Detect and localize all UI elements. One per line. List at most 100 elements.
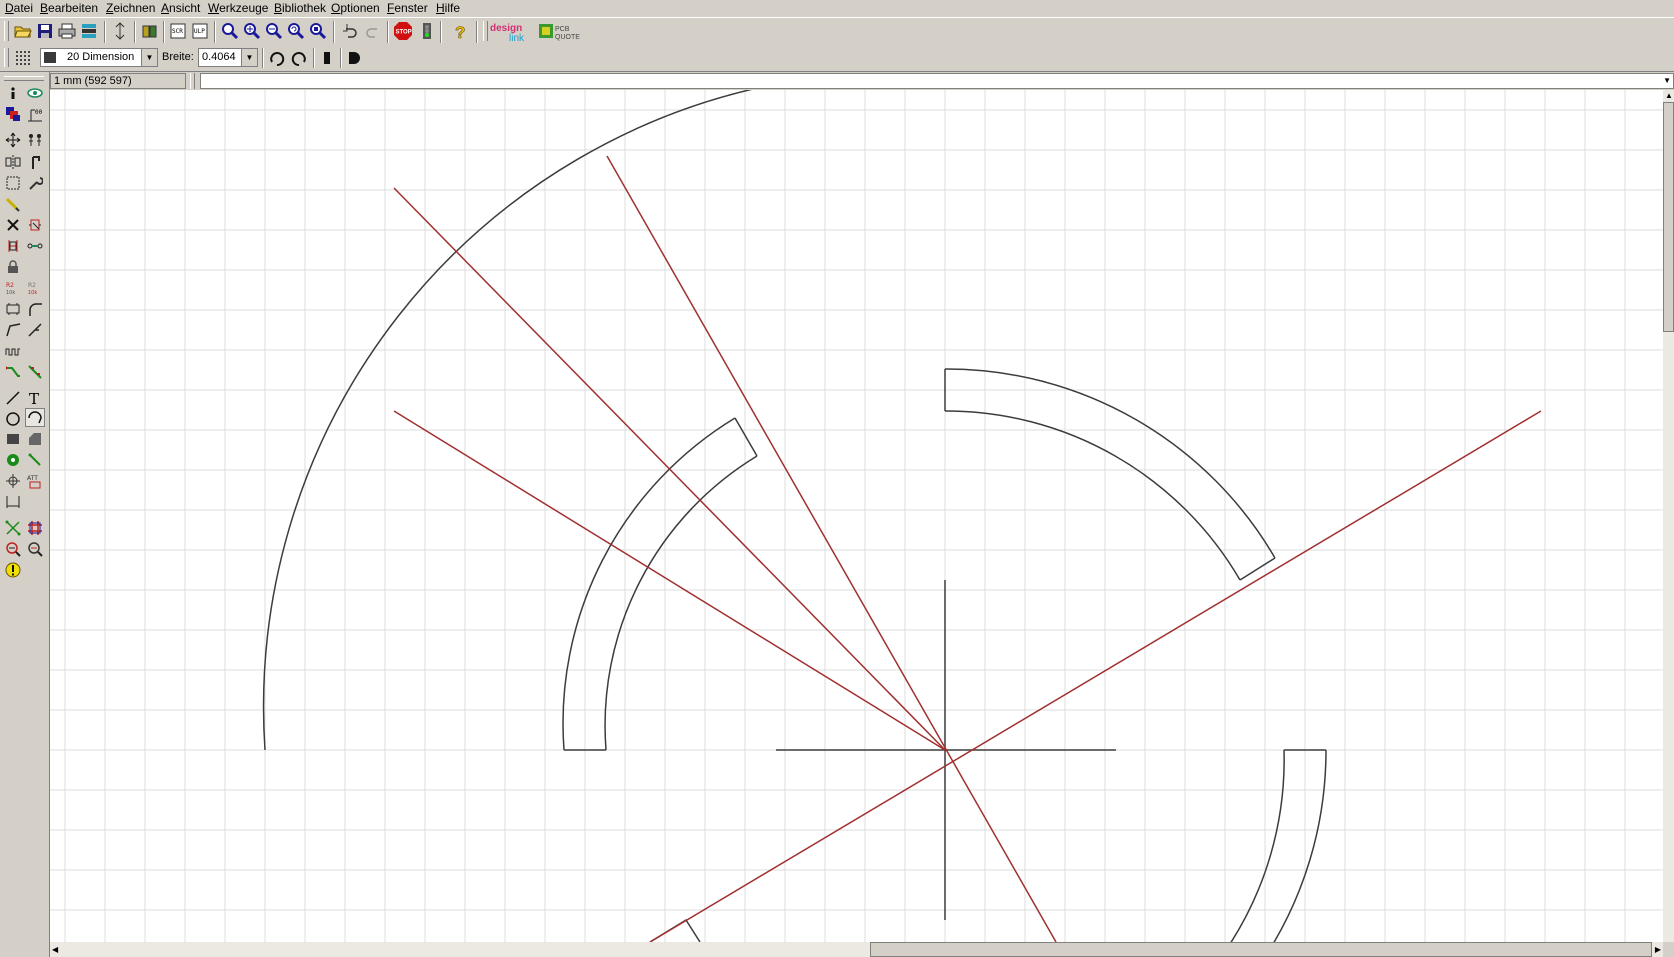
- layer-select[interactable]: 20 Dimension ▼: [40, 48, 158, 67]
- menu-zeichnen[interactable]: Zeichnen: [106, 1, 155, 15]
- menu-datei[interactable]: Datei: [5, 1, 33, 15]
- ratsnest-button[interactable]: [3, 518, 23, 537]
- bottom-ring-end[interactable]: [649, 918, 701, 942]
- zoom-fit-button[interactable]: [220, 21, 240, 41]
- meander-button[interactable]: [3, 341, 23, 360]
- construction-line-3[interactable]: [606, 155, 1057, 942]
- menu-bearbeiten[interactable]: Bearbeiten: [40, 1, 98, 15]
- cap-round-button[interactable]: [344, 48, 364, 68]
- polygon-button[interactable]: [25, 429, 45, 448]
- script-button[interactable]: SCR: [168, 21, 188, 41]
- menu-bibliothek[interactable]: Bibliothek: [274, 1, 326, 15]
- switch-board-button[interactable]: [110, 21, 130, 41]
- split-button[interactable]: [3, 320, 23, 339]
- autorouter-button[interactable]: [25, 518, 45, 537]
- replace-button[interactable]: [25, 236, 45, 255]
- command-line-input[interactable]: ▼: [200, 73, 1674, 89]
- paste-button[interactable]: [3, 194, 23, 213]
- name-button[interactable]: R2 10k: [3, 278, 23, 297]
- go-button[interactable]: [417, 21, 437, 41]
- show-button[interactable]: [25, 83, 45, 102]
- toolbar-grip[interactable]: [190, 73, 195, 89]
- redraw-button[interactable]: [286, 21, 306, 41]
- mark-button[interactable]: 00: [25, 104, 45, 123]
- circle-button[interactable]: [3, 409, 23, 428]
- menu-optionen[interactable]: Optionen: [331, 1, 380, 15]
- ulp-button[interactable]: ULP: [190, 21, 210, 41]
- upper-ring-end-2[interactable]: [1239, 557, 1276, 581]
- horizontal-scroll-thumb[interactable]: [870, 942, 1652, 957]
- toolbar-grip[interactable]: [4, 48, 9, 67]
- drawing-canvas[interactable]: [50, 90, 1663, 942]
- drc-button[interactable]: [25, 539, 45, 558]
- width-select[interactable]: 0.4064 ▼: [198, 48, 258, 67]
- rotate-button[interactable]: [25, 152, 45, 171]
- arc-direction-cw-button[interactable]: [267, 48, 287, 68]
- lower-ring-arc-inner[interactable]: [1226, 749, 1285, 942]
- save-button[interactable]: [35, 21, 55, 41]
- cam-processor-button[interactable]: [79, 21, 99, 41]
- open-button[interactable]: [13, 21, 33, 41]
- arc-button[interactable]: [25, 408, 45, 427]
- info-button[interactable]: [3, 83, 23, 102]
- toolbar-grip[interactable]: [4, 76, 44, 81]
- vertical-scrollbar[interactable]: ▲: [1663, 90, 1674, 942]
- ripup-button[interactable]: [25, 362, 45, 381]
- optimize-button[interactable]: [25, 320, 45, 339]
- left-ring-end-2[interactable]: [734, 417, 758, 457]
- design-link-button[interactable]: design link: [489, 21, 531, 44]
- miter-button[interactable]: [25, 299, 45, 318]
- display-button[interactable]: [3, 104, 23, 123]
- left-ring-arc-outer[interactable]: [562, 417, 736, 751]
- text-button[interactable]: T: [25, 388, 45, 407]
- outer-arc[interactable]: [262, 90, 787, 751]
- library-button[interactable]: [140, 21, 160, 41]
- menu-werkzeuge[interactable]: Werkzeuge: [208, 1, 268, 15]
- menu-hilfe[interactable]: Hilfe: [436, 1, 460, 15]
- scroll-right-icon[interactable]: ▶: [1655, 945, 1661, 954]
- errors-button[interactable]: [3, 560, 23, 579]
- help-button[interactable]: ?: [451, 21, 471, 41]
- smash-button[interactable]: [3, 299, 23, 318]
- horizontal-scrollbar[interactable]: ◀ ▶: [50, 942, 1663, 957]
- chevron-down-icon[interactable]: ▼: [141, 49, 157, 66]
- mirror-button[interactable]: [3, 152, 23, 171]
- upper-ring-arc-inner[interactable]: [944, 410, 1241, 581]
- menu-ansicht[interactable]: Ansicht: [161, 1, 200, 15]
- construction-line-1[interactable]: [393, 410, 946, 751]
- hole-button[interactable]: [3, 471, 23, 490]
- construction-line-4[interactable]: [649, 410, 1542, 942]
- pcb-quote-button[interactable]: PCB QUOTE: [538, 21, 582, 43]
- lock-button[interactable]: [3, 257, 23, 276]
- arc-direction-ccw-button[interactable]: [289, 48, 309, 68]
- stop-button[interactable]: STOP: [393, 21, 413, 41]
- cap-flat-button[interactable]: [317, 48, 337, 68]
- delete-button[interactable]: [3, 215, 23, 234]
- attribute-button[interactable]: ATT: [25, 471, 45, 490]
- change-button[interactable]: [25, 173, 45, 192]
- dimension-button[interactable]: [3, 492, 23, 511]
- group-button[interactable]: [3, 173, 23, 192]
- left-ring-arc-inner[interactable]: [604, 455, 758, 751]
- add-button[interactable]: [25, 215, 45, 234]
- menu-fenster[interactable]: Fenster: [387, 1, 428, 15]
- toolbar-grip[interactable]: [4, 21, 9, 41]
- signal-button[interactable]: [25, 450, 45, 469]
- scroll-up-icon[interactable]: ▲: [1665, 91, 1673, 100]
- route-button[interactable]: [3, 362, 23, 381]
- move-button[interactable]: [3, 130, 23, 149]
- value-button[interactable]: R2 10k: [25, 278, 45, 297]
- wire-button[interactable]: [3, 388, 23, 407]
- print-button[interactable]: [57, 21, 77, 41]
- zoom-in-button[interactable]: [242, 21, 262, 41]
- rect-button[interactable]: [3, 429, 23, 448]
- zoom-out-button[interactable]: [264, 21, 284, 41]
- chevron-down-icon[interactable]: ▼: [241, 49, 257, 66]
- copy-button[interactable]: [25, 130, 45, 149]
- chevron-down-icon[interactable]: ▼: [1663, 76, 1671, 85]
- erc-button[interactable]: [3, 539, 23, 558]
- scroll-left-icon[interactable]: ◀: [52, 945, 58, 954]
- redo-button[interactable]: [363, 21, 383, 41]
- via-button[interactable]: [3, 450, 23, 469]
- grid-button[interactable]: [13, 48, 33, 68]
